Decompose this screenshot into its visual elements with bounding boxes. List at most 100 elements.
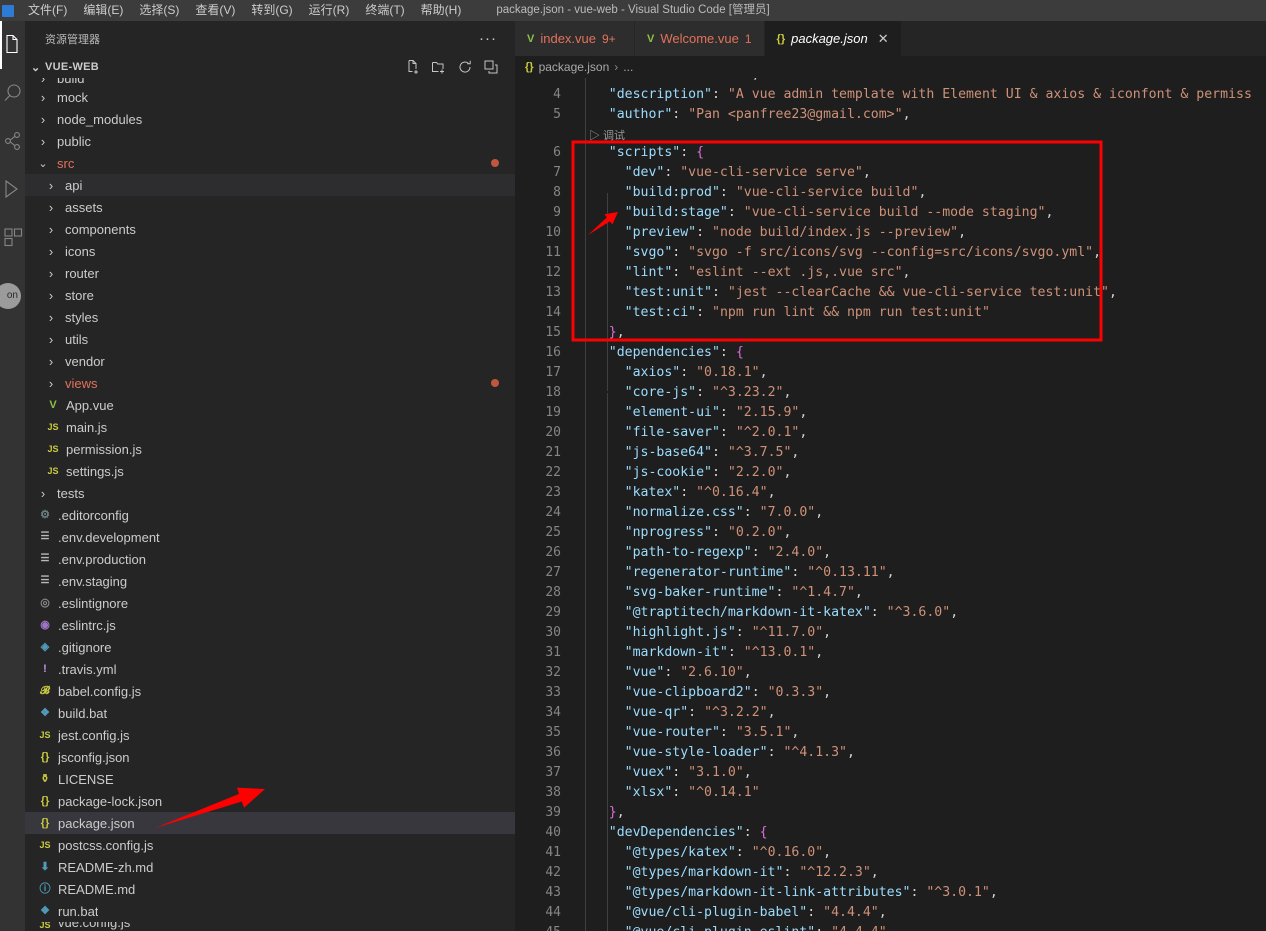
- code-line[interactable]: 42 "@types/markdown-it": "^12.2.3",: [515, 863, 1266, 883]
- tree-file-row[interactable]: ! .travis.yml: [25, 658, 515, 680]
- code-line[interactable]: 7 "dev": "vue-cli-service serve",: [515, 163, 1266, 183]
- tree-folder-row[interactable]: › router: [25, 262, 515, 284]
- editor-tab-bar[interactable]: Vindex.vue 9+ V Welcome.vue 1 {} package.json ✕: [515, 21, 1266, 56]
- file-tree[interactable]: › build › mock › node_modules › public ⌄ src › api ›…: [25, 78, 515, 931]
- tree-file-row[interactable]: V App.vue: [25, 394, 515, 416]
- breadcrumb-file[interactable]: package.json: [539, 60, 610, 74]
- new-file-icon[interactable]: [405, 59, 421, 75]
- chevron-right-icon[interactable]: ›: [45, 200, 57, 215]
- code-line[interactable]: 32 "vue": "2.6.10",: [515, 663, 1266, 683]
- code-line[interactable]: 24 "normalize.css": "7.0.0",: [515, 503, 1266, 523]
- tree-file-row[interactable]: ⚱ LICENSE: [25, 768, 515, 790]
- chevron-right-icon[interactable]: ›: [45, 376, 57, 391]
- tree-folder-row[interactable]: › assets: [25, 196, 515, 218]
- menu-item-3[interactable]: 查看(V): [187, 0, 243, 21]
- breadcrumb-tail[interactable]: ...: [623, 60, 633, 74]
- code-line[interactable]: 26 "path-to-regexp": "2.4.0",: [515, 543, 1266, 563]
- code-line[interactable]: 29 "@traptitech/markdown-it-katex": "^3.…: [515, 603, 1266, 623]
- code-line[interactable]: 11 "svgo": "svgo -f src/icons/svg --conf…: [515, 243, 1266, 263]
- chevron-down-icon[interactable]: ⌄: [37, 157, 49, 170]
- code-line[interactable]: 15 },: [515, 323, 1266, 343]
- tree-file-row[interactable]: ⬇ README-zh.md: [25, 856, 515, 878]
- tree-folder-row[interactable]: › tests: [25, 482, 515, 504]
- code-line[interactable]: 39 },: [515, 803, 1266, 823]
- code-line[interactable]: 31 "markdown-it": "^13.0.1",: [515, 643, 1266, 663]
- chevron-right-icon[interactable]: ›: [45, 310, 57, 325]
- code-line[interactable]: 3 "version": "1.1.0",: [515, 78, 1266, 85]
- code-content[interactable]: 3 "version": "1.1.0",4 "description": "A…: [515, 78, 1266, 931]
- chevron-right-icon[interactable]: ›: [45, 222, 57, 237]
- activity-bar[interactable]: on: [0, 21, 25, 931]
- code-line[interactable]: 14 "test:ci": "npm run lint && npm run t…: [515, 303, 1266, 323]
- tree-file-row[interactable]: JS main.js: [25, 416, 515, 438]
- tree-folder-row[interactable]: › views: [25, 372, 515, 394]
- code-line[interactable]: 44 "@vue/cli-plugin-babel": "4.4.4",: [515, 903, 1266, 923]
- code-line[interactable]: 16 "dependencies": {: [515, 343, 1266, 363]
- code-line[interactable]: 45 "@vue/cli-plugin-eslint": "4.4.4",: [515, 923, 1266, 931]
- code-line[interactable]: 37 "vuex": "3.1.0",: [515, 763, 1266, 783]
- code-line[interactable]: 25 "nprogress": "0.2.0",: [515, 523, 1266, 543]
- tree-file-row[interactable]: ❖ build.bat: [25, 702, 515, 724]
- code-line[interactable]: 21 "js-base64": "^3.7.5",: [515, 443, 1266, 463]
- menu-item-7[interactable]: 帮助(H): [413, 0, 470, 21]
- chevron-right-icon[interactable]: ›: [45, 354, 57, 369]
- tree-file-row[interactable]: {} jsconfig.json: [25, 746, 515, 768]
- tree-folder-row[interactable]: › components: [25, 218, 515, 240]
- code-line[interactable]: 13 "test:unit": "jest --clearCache && vu…: [515, 283, 1266, 303]
- code-line[interactable]: 43 "@types/markdown-it-link-attributes":…: [515, 883, 1266, 903]
- code-line[interactable]: 8 "build:prod": "vue-cli-service build",: [515, 183, 1266, 203]
- code-line[interactable]: 10 "preview": "node build/index.js --pre…: [515, 223, 1266, 243]
- code-line[interactable]: 12 "lint": "eslint --ext .js,.vue src",: [515, 263, 1266, 283]
- collapse-all-icon[interactable]: [483, 59, 499, 75]
- code-line[interactable]: 6 "scripts": {: [515, 143, 1266, 163]
- tree-file-row[interactable]: ☰ .env.development: [25, 526, 515, 548]
- tree-folder-row[interactable]: › mock: [25, 86, 515, 108]
- code-line[interactable]: 27 "regenerator-runtime": "^0.13.11",: [515, 563, 1266, 583]
- tree-file-row[interactable]: ◉ .eslintrc.js: [25, 614, 515, 636]
- activity-item-extensions[interactable]: [0, 213, 25, 261]
- activity-item-source-control[interactable]: [0, 117, 25, 165]
- code-line[interactable]: 20 "file-saver": "^2.0.1",: [515, 423, 1266, 443]
- tree-folder-row[interactable]: › public: [25, 130, 515, 152]
- tree-folder-row[interactable]: › icons: [25, 240, 515, 262]
- tree-folder-row[interactable]: › api: [25, 174, 515, 196]
- menu-item-5[interactable]: 运行(R): [301, 0, 358, 21]
- code-line[interactable]: 40 "devDependencies": {: [515, 823, 1266, 843]
- tree-file-row[interactable]: {} package.json: [25, 812, 515, 834]
- account-avatar[interactable]: on: [0, 283, 21, 309]
- code-line[interactable]: 34 "vue-qr": "^3.2.2",: [515, 703, 1266, 723]
- close-icon[interactable]: ✕: [878, 32, 889, 45]
- refresh-icon[interactable]: [457, 59, 473, 75]
- breadcrumb[interactable]: {} package.json › ...: [515, 56, 1266, 78]
- activity-item-explorer[interactable]: [0, 21, 25, 69]
- code-line[interactable]: 17 "axios": "0.18.1",: [515, 363, 1266, 383]
- chevron-right-icon[interactable]: ›: [37, 134, 49, 149]
- tree-file-row[interactable]: JS postcss.config.js: [25, 834, 515, 856]
- tree-file-row[interactable]: ⚙ .editorconfig: [25, 504, 515, 526]
- code-line[interactable]: 22 "js-cookie": "2.2.0",: [515, 463, 1266, 483]
- tree-file-row[interactable]: ◈ .gitignore: [25, 636, 515, 658]
- menu-item-4[interactable]: 转到(G): [243, 0, 300, 21]
- code-line[interactable]: 18 "core-js": "^3.23.2",: [515, 383, 1266, 403]
- tree-folder-row[interactable]: › build: [25, 78, 515, 86]
- editor-tab-Welcome-vue[interactable]: V Welcome.vue 1: [635, 21, 765, 56]
- explorer-actions[interactable]: [405, 59, 515, 75]
- code-line[interactable]: 33 "vue-clipboard2": "0.3.3",: [515, 683, 1266, 703]
- tree-file-row[interactable]: ❖ run.bat: [25, 900, 515, 922]
- tree-file-row[interactable]: JS permission.js: [25, 438, 515, 460]
- chevron-right-icon[interactable]: ›: [45, 266, 57, 281]
- menu-item-1[interactable]: 编辑(E): [75, 0, 131, 21]
- code-line[interactable]: 30 "highlight.js": "^11.7.0",: [515, 623, 1266, 643]
- menu-item-2[interactable]: 选择(S): [131, 0, 187, 21]
- chevron-right-icon[interactable]: ›: [37, 78, 49, 86]
- tree-file-row[interactable]: ☰ .env.production: [25, 548, 515, 570]
- tree-folder-row[interactable]: › styles: [25, 306, 515, 328]
- code-line[interactable]: 23 "katex": "^0.16.4",: [515, 483, 1266, 503]
- tree-folder-row[interactable]: › vendor: [25, 350, 515, 372]
- code-line[interactable]: 38 "xlsx": "^0.14.1": [515, 783, 1266, 803]
- tree-file-row[interactable]: ◎ .eslintignore: [25, 592, 515, 614]
- chevron-right-icon[interactable]: ›: [37, 486, 49, 501]
- tree-file-row[interactable]: ⓘ README.md: [25, 878, 515, 900]
- activity-item-run-debug[interactable]: [0, 165, 25, 213]
- chevron-right-icon[interactable]: ›: [45, 332, 57, 347]
